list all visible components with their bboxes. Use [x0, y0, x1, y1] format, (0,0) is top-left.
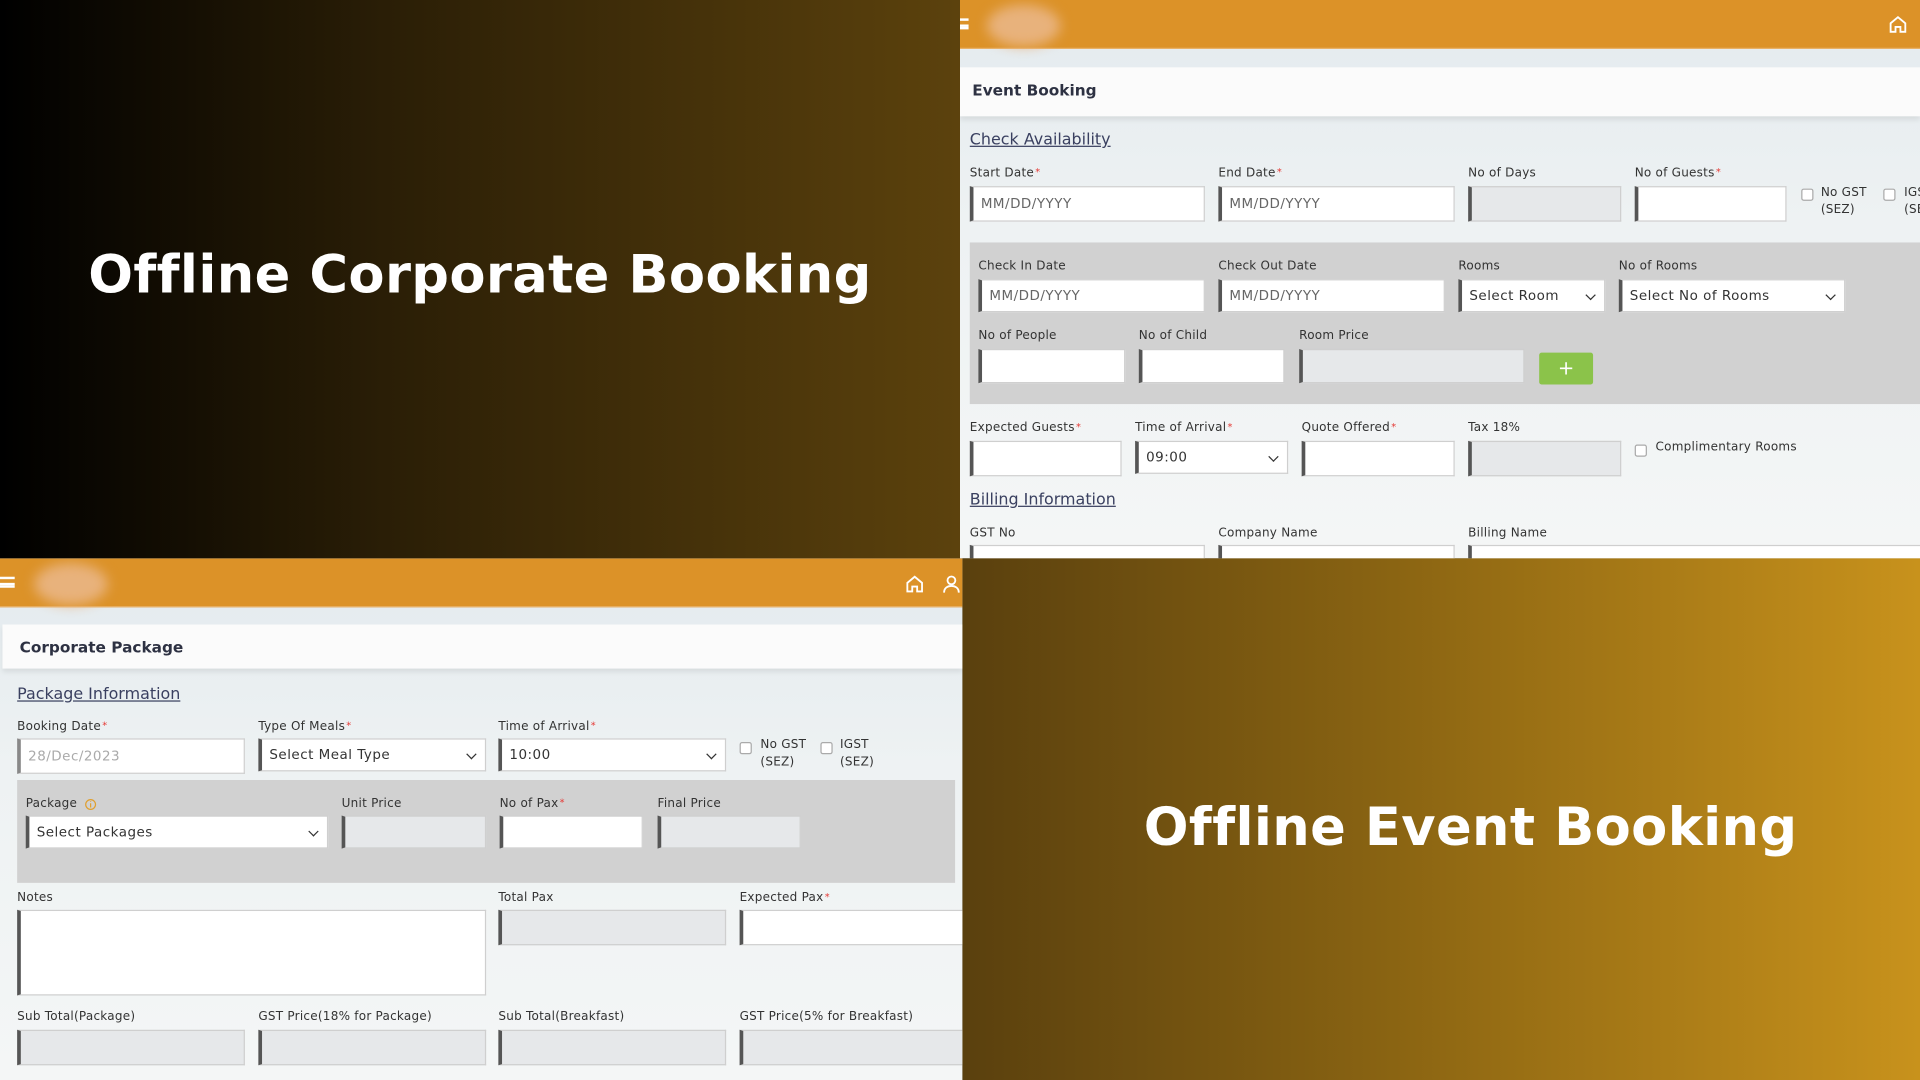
no-of-pax-label: No of Pax [500, 797, 565, 810]
sub-total-breakfast-input [498, 1029, 727, 1066]
no-of-child-label: No of Child [1138, 329, 1208, 343]
no-gst-label: No GST (SEZ) [760, 738, 807, 769]
no-of-days-input [1468, 186, 1622, 222]
no-of-days-label: No of Days [1468, 166, 1537, 181]
page-title-bar: Event Booking [960, 67, 1920, 117]
complimentary-rooms-checkbox[interactable] [1634, 444, 1647, 457]
user-icon[interactable] [942, 574, 962, 594]
company-name-label: Company Name [1218, 526, 1318, 541]
no-of-guests-input[interactable] [1634, 186, 1787, 222]
logo [34, 563, 108, 605]
time-of-arrival-select[interactable]: 09:00 [1135, 440, 1289, 474]
check-out-label: Check Out Date [1218, 259, 1317, 274]
event-title-panel: Offline Event Booking [962, 558, 1920, 1080]
no-of-people-input[interactable] [978, 348, 1126, 384]
no-gst-checkbox[interactable] [739, 742, 752, 755]
check-in-input[interactable]: MM/DD/YYYY [978, 279, 1205, 313]
page-title-bar: Corporate Package [2, 624, 963, 669]
unit-price-label: Unit Price [341, 797, 402, 811]
gst-breakfast-label: GST Price(5% for Breakfast) [739, 1010, 914, 1024]
no-of-guests-label: No of Guests [1635, 167, 1721, 180]
expected-guests-label: Expected Guests [970, 421, 1081, 434]
no-of-child-input[interactable] [1138, 348, 1285, 384]
page-title: Event Booking [972, 80, 1097, 100]
add-room-button[interactable]: + [1539, 352, 1594, 385]
corporate-title-panel: Offline Corporate Booking [0, 0, 961, 559]
menu-icon[interactable] [960, 18, 969, 30]
sub-total-breakfast-label: Sub Total(Breakfast) [498, 1010, 625, 1024]
start-date-input[interactable]: MM/DD/YYYY [969, 186, 1205, 222]
end-date-label: End Date [1218, 167, 1282, 180]
type-of-meals-label: Type Of Meals [258, 720, 351, 733]
total-pax-input [498, 909, 727, 946]
room-price-label: Room Price [1299, 329, 1369, 343]
event-booking-screen: Event Booking Check Availability Start D… [960, 0, 1920, 559]
no-of-rooms-select[interactable]: Select No of Rooms [1618, 279, 1846, 313]
final-price-label: Final Price [657, 797, 721, 811]
rooms-label: Rooms [1458, 259, 1501, 274]
home-icon[interactable] [905, 574, 925, 594]
no-of-people-label: No of People [978, 329, 1057, 343]
time-of-arrival-label: Time of Arrival [498, 720, 596, 733]
billing-information-heading: Billing Information [969, 491, 1116, 510]
room-price-input [1299, 348, 1525, 384]
tax-input [1468, 440, 1622, 477]
event-booking-title: Offline Event Booking [1143, 797, 1798, 859]
menu-icon[interactable] [0, 576, 15, 588]
notes-label: Notes [17, 891, 54, 905]
quote-offered-label: Quote Offered [1302, 421, 1397, 434]
sub-total-package-input [17, 1029, 245, 1066]
igst-checkbox[interactable] [820, 742, 833, 755]
unit-price-input [341, 815, 487, 849]
no-of-pax-input[interactable] [499, 815, 643, 849]
gst-no-input[interactable] [969, 544, 1205, 559]
logo [986, 4, 1061, 47]
time-of-arrival-label: Time of Arrival [1135, 421, 1233, 434]
type-of-meals-select[interactable]: Select Meal Type [258, 738, 487, 772]
no-gst-checkbox[interactable] [1801, 188, 1814, 201]
no-gst-label: No GST (SEZ) [1820, 186, 1867, 217]
sub-total-package-label: Sub Total(Package) [17, 1010, 136, 1024]
billing-name-input[interactable] [1468, 544, 1920, 559]
corporate-booking-title: Offline Corporate Booking [88, 244, 872, 307]
check-out-input[interactable]: MM/DD/YYYY [1218, 279, 1445, 313]
no-of-rooms-label: No of Rooms [1618, 259, 1698, 274]
package-information-heading: Package Information [17, 685, 181, 705]
time-of-arrival-select[interactable]: 10:00 [498, 738, 727, 772]
igst-label: IGST (SEZ) [1904, 186, 1920, 217]
gst-no-label: GST No [969, 526, 1016, 541]
total-pax-label: Total Pax [498, 891, 554, 905]
gst-package-label: GST Price(18% for Package) [258, 1010, 432, 1024]
igst-label: IGST (SEZ) [840, 738, 874, 769]
home-icon[interactable] [1888, 15, 1908, 35]
app-header [960, 0, 1920, 49]
package-label: Package [25, 797, 78, 811]
start-date-label: Start Date [970, 167, 1041, 180]
gst-breakfast-input [739, 1029, 963, 1066]
tax-label: Tax 18% [1468, 421, 1521, 435]
expected-guests-input[interactable] [969, 440, 1122, 477]
booking-date-input[interactable]: 28/Dec/2023 [17, 738, 245, 774]
check-in-label: Check In Date [978, 259, 1066, 274]
check-availability-heading: Check Availability [969, 131, 1111, 150]
billing-name-label: Billing Name [1468, 526, 1548, 541]
info-icon[interactable] [84, 798, 97, 811]
gst-package-input [258, 1029, 487, 1066]
rooms-select[interactable]: Select Room [1458, 279, 1606, 313]
expected-pax-label: Expected Pax [740, 891, 830, 904]
app-header [0, 558, 963, 608]
package-select[interactable]: Select Packages [25, 815, 329, 849]
complimentary-rooms-label: Complimentary Rooms [1655, 440, 1797, 455]
corporate-package-screen: Corporate Package Package Information Bo… [0, 558, 963, 1080]
notes-textarea[interactable] [17, 909, 487, 996]
company-name-input[interactable] [1218, 544, 1455, 559]
booking-date-label: Booking Date [17, 720, 107, 733]
page-title: Corporate Package [19, 637, 184, 657]
expected-pax-input[interactable] [739, 909, 963, 946]
quote-offered-input[interactable] [1301, 440, 1455, 477]
igst-checkbox[interactable] [1883, 188, 1896, 201]
end-date-input[interactable]: MM/DD/YYYY [1218, 186, 1455, 222]
final-price-input [657, 815, 801, 849]
